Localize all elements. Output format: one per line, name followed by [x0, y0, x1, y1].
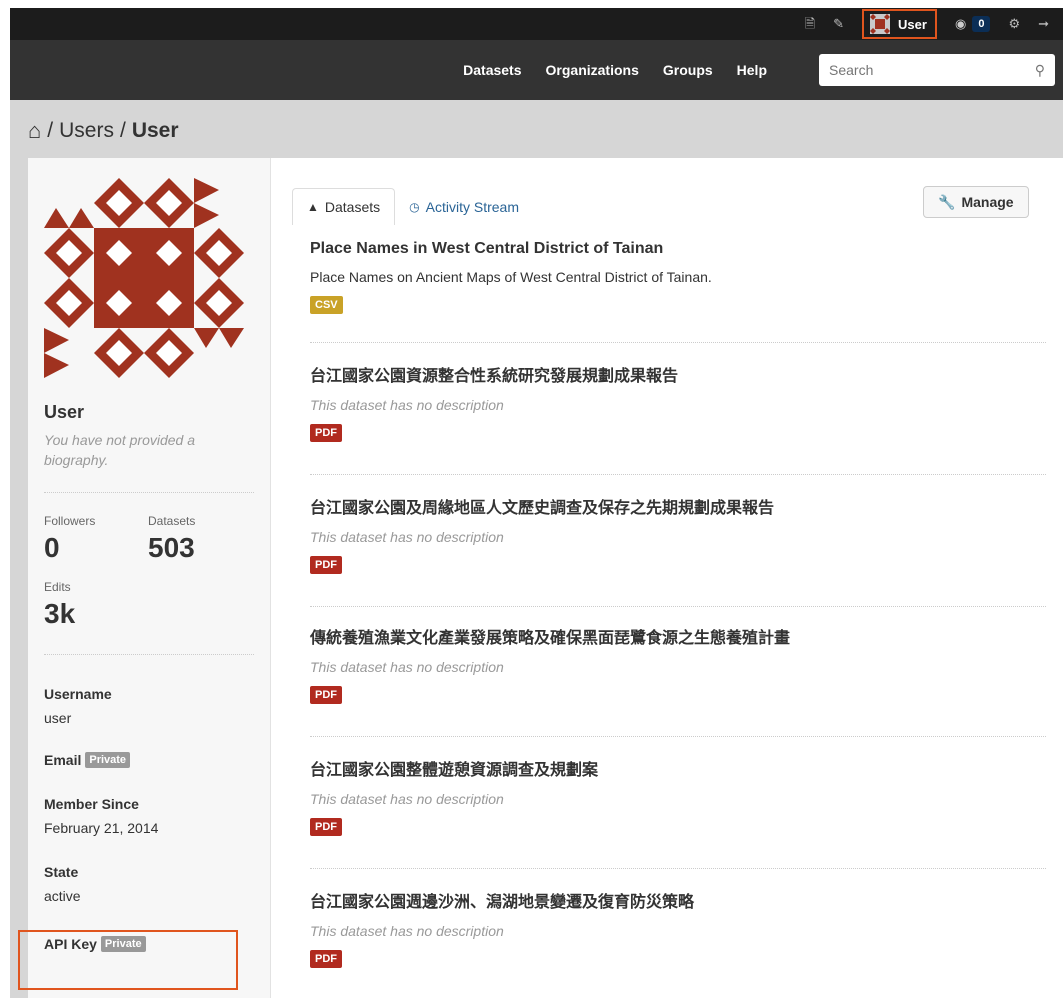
- sitemap-icon: ▲: [307, 200, 319, 214]
- dashboard-link[interactable]: ◉ 0: [954, 16, 991, 32]
- nav-groups[interactable]: Groups: [651, 40, 725, 100]
- nav-help[interactable]: Help: [725, 40, 779, 100]
- dataset-description: This dataset has no description: [310, 397, 504, 413]
- dataset-description: This dataset has no description: [310, 659, 504, 675]
- datasets-label: Datasets: [148, 514, 196, 528]
- dataset-title[interactable]: 台江國家公園週邊沙洲、潟湖地景變遷及復育防災策略: [310, 892, 1050, 914]
- profile-sidebar: User You have not provided a biography. …: [18, 158, 271, 998]
- divider: [44, 654, 254, 655]
- followers-count: 0: [44, 532, 60, 563]
- dataset-description: Place Names on Ancient Maps of West Cent…: [310, 269, 712, 285]
- manage-button[interactable]: 🔧 Manage: [923, 186, 1029, 218]
- manage-label: Manage: [961, 194, 1014, 210]
- datasets-count: 503: [148, 532, 195, 563]
- username-label: Username: [44, 686, 112, 702]
- dataset-title[interactable]: 傳統養殖漁業文化產業發展策略及確保黑面琵鷺食源之生態養殖計畫: [310, 628, 1050, 650]
- list-item: 傳統養殖漁業文化產業發展策略及確保黑面琵鷺食源之生態養殖計畫 This data…: [310, 628, 1050, 704]
- format-badge[interactable]: PDF: [310, 424, 342, 442]
- search-icon[interactable]: ⚲: [1035, 62, 1045, 79]
- dataset-description: This dataset has no description: [310, 791, 504, 807]
- page: 🗎 ✎ User ◉ 0 ⚙ ➞ Datasets Organizations …: [10, 8, 1063, 998]
- list-item: 台江國家公園週邊沙洲、潟湖地景變遷及復育防災策略 This dataset ha…: [310, 892, 1050, 968]
- user-account-link[interactable]: User: [862, 9, 937, 39]
- username-value: user: [44, 710, 72, 726]
- search-box: ⚲: [819, 54, 1055, 86]
- user-label: User: [898, 16, 927, 32]
- dataset-title[interactable]: 台江國家公園整體遊憩資源調查及規劃案: [310, 760, 1050, 782]
- list-item: 台江國家公園整體遊憩資源調查及規劃案 This dataset has no d…: [310, 760, 1050, 836]
- list-item: Place Names in West Central District of …: [310, 238, 1050, 314]
- edits-label: Edits: [44, 580, 71, 594]
- tab-activity-label: Activity Stream: [425, 199, 519, 215]
- divider: [310, 606, 1046, 607]
- nav-datasets[interactable]: Datasets: [451, 40, 533, 100]
- dashboard-icon: ◉: [954, 16, 967, 31]
- username-label-text: Username: [44, 686, 112, 702]
- dataset-description: This dataset has no description: [310, 923, 504, 939]
- profile-bio: You have not provided a biography.: [44, 432, 196, 468]
- divider: [44, 492, 254, 493]
- nav-links: Datasets Organizations Groups Help: [451, 40, 779, 100]
- dataset-title[interactable]: 台江國家公園資源整合性系統研究發展規劃成果報告: [310, 366, 1050, 388]
- list-item: 台江國家公園及周緣地區人文歷史調查及保存之先期規劃成果報告 This datas…: [310, 498, 1050, 574]
- breadcrumb-users[interactable]: Users: [59, 119, 114, 143]
- format-badge[interactable]: PDF: [310, 556, 342, 574]
- breadcrumb-current[interactable]: User: [132, 119, 179, 143]
- profile-name: User: [44, 402, 85, 422]
- dashboard-count: 0: [972, 16, 991, 32]
- dataset-title[interactable]: 台江國家公園及周緣地區人文歷史調查及保存之先期規劃成果報告: [310, 498, 1050, 520]
- tab-activity-stream[interactable]: ◷ Activity Stream: [395, 189, 531, 225]
- content-wrapper: User You have not provided a biography. …: [18, 158, 1063, 998]
- format-badge[interactable]: PDF: [310, 686, 342, 704]
- divider: [310, 342, 1046, 343]
- divider: [310, 474, 1046, 475]
- pencil-icon[interactable]: ✎: [833, 8, 844, 40]
- main-nav: Datasets Organizations Groups Help ⚲: [10, 40, 1063, 100]
- format-badge[interactable]: PDF: [310, 950, 342, 968]
- home-icon[interactable]: ⌂: [28, 118, 41, 144]
- member-since-label: Member Since: [44, 796, 139, 812]
- format-badge[interactable]: CSV: [310, 296, 343, 314]
- email-label-text: Email: [44, 752, 82, 768]
- avatar: [870, 14, 891, 34]
- profile-tabs: ▲ Datasets ◷ Activity Stream: [292, 188, 531, 225]
- dataset-title[interactable]: Place Names in West Central District of …: [310, 238, 1050, 260]
- state-label-text: State: [44, 864, 79, 880]
- list-item: 台江國家公園資源整合性系統研究發展規劃成果報告 This dataset has…: [310, 366, 1050, 442]
- file-icon[interactable]: 🗎: [805, 8, 815, 40]
- divider: [310, 736, 1046, 737]
- format-badge[interactable]: PDF: [310, 818, 342, 836]
- dataset-description: This dataset has no description: [310, 529, 504, 545]
- email-label: Email Private: [44, 752, 131, 768]
- divider: [310, 868, 1046, 869]
- private-badge: Private: [85, 752, 131, 768]
- edits-count: 3k: [44, 598, 76, 629]
- gear-icon[interactable]: ⚙: [1008, 8, 1020, 40]
- search-input[interactable]: [829, 62, 1009, 78]
- breadcrumb-sep: /: [47, 119, 54, 142]
- profile-avatar: [44, 178, 244, 378]
- wrench-icon: 🔧: [938, 193, 956, 210]
- state-value: active: [44, 888, 81, 904]
- api-key-highlight: [18, 930, 238, 990]
- member-since-label-text: Member Since: [44, 796, 139, 812]
- breadcrumb-sep: /: [119, 119, 126, 142]
- tab-datasets-label: Datasets: [324, 199, 381, 215]
- nav-organizations[interactable]: Organizations: [534, 40, 651, 100]
- clock-icon: ◷: [409, 200, 420, 214]
- sign-out-icon[interactable]: ➞: [1038, 8, 1049, 40]
- account-bar: 🗎 ✎ User ◉ 0 ⚙ ➞: [10, 8, 1063, 40]
- followers-label: Followers: [44, 514, 96, 528]
- state-label: State: [44, 864, 78, 880]
- member-since-value: February 21, 2014: [44, 820, 159, 836]
- breadcrumb: ⌂ / Users / User: [28, 118, 179, 144]
- tab-datasets[interactable]: ▲ Datasets: [292, 188, 396, 225]
